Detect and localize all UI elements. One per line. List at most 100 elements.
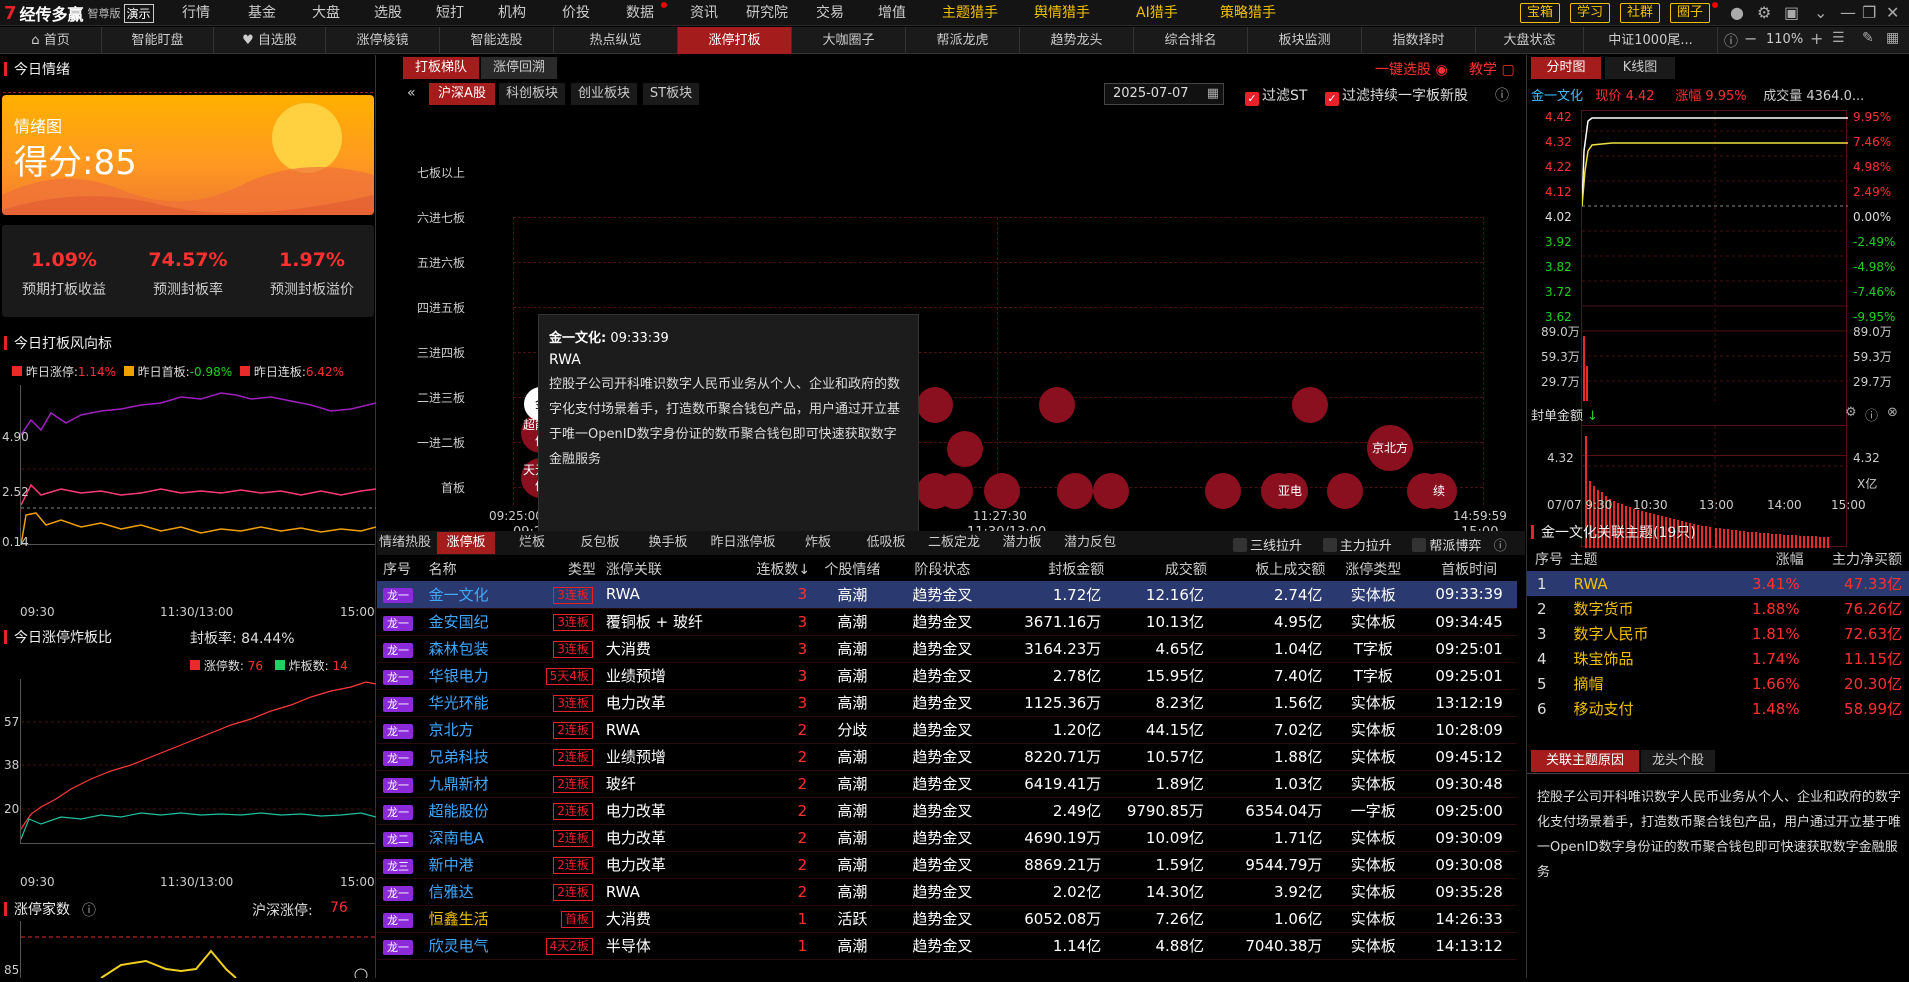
learn-button[interactable]: 学习 <box>1570 3 1611 23</box>
col-related[interactable]: 涨停关联 <box>596 557 737 581</box>
close-icon[interactable]: ⊗ <box>1887 405 1898 420</box>
menu-market[interactable]: 大盘 <box>312 0 340 26</box>
minimize-icon[interactable]: — <box>1840 3 1856 22</box>
user-icon[interactable]: ● <box>1730 3 1744 22</box>
stock-name[interactable]: 金安国纪 <box>429 613 489 631</box>
filter-main-force[interactable]: 主力拉升 <box>1322 538 1392 554</box>
one-click-pick-link[interactable]: 一键选股 ◉ <box>1375 59 1448 79</box>
col-turnover[interactable]: 成交额 <box>1104 557 1207 581</box>
stock-bubble[interactable] <box>937 473 973 509</box>
table-row[interactable]: 龙一 九鼎新材 2连板 玻纤 2 高潮 趋势金叉 6419.41万 1.89亿 1.03亿 实体板 0… <box>377 770 1517 798</box>
zoom-in-icon[interactable]: + <box>1810 29 1823 48</box>
table-row[interactable]: 龙一 京北方 2连板 RWA 2 分歧 趋势金叉 1.20亿 44.15亿 7.02亿 实体板 10:… <box>377 716 1517 744</box>
col-board-turnover[interactable]: 板上成交额 <box>1207 557 1325 581</box>
tab-big-circle[interactable]: 大咖圈子 <box>792 27 906 54</box>
gear-icon[interactable]: ⚙ <box>1757 3 1771 22</box>
info-icon[interactable]: ⓘ <box>1724 31 1738 51</box>
col-index[interactable]: 序号 <box>377 557 423 581</box>
stock-name[interactable]: 森林包装 <box>429 640 489 658</box>
list-tab-rebound[interactable]: 反包板 <box>567 532 633 554</box>
theme-row[interactable]: 5 摘帽 1.66% 20.30亿 <box>1527 671 1909 696</box>
tab-sector-monitor[interactable]: 板块监测 <box>1248 27 1362 54</box>
stock-bubble[interactable] <box>1057 473 1093 509</box>
help-icon[interactable]: ⓘ <box>1494 539 1507 554</box>
filter-gang[interactable]: 帮派博弈 <box>1412 538 1481 554</box>
list-tab-turnover[interactable]: 换手板 <box>635 532 701 554</box>
col-type[interactable]: 类型 <box>521 557 596 581</box>
tab-smart-pick[interactable]: 智能选股 <box>440 27 554 54</box>
tab-limit-prism[interactable]: 涨停棱镜 <box>326 27 440 54</box>
list-tab-broken[interactable]: 烂板 <box>499 532 565 554</box>
col-mood[interactable]: 个股情绪 <box>810 557 894 581</box>
menu-stock-pick[interactable]: 选股 <box>374 0 402 26</box>
stock-name[interactable]: 九鼎新材 <box>429 775 489 793</box>
help-icon[interactable]: ⓘ <box>1865 405 1878 424</box>
col-theme-index[interactable]: 序号 <box>1527 547 1570 571</box>
menu-sentiment-hunter[interactable]: 舆情猎手 <box>1034 0 1090 26</box>
table-row[interactable]: 龙一 超能股份 2连板 电力改革 2 高潮 趋势金叉 2.49亿 9790.85万 6354.04… <box>377 797 1517 825</box>
tab-home[interactable]: ⌂ 首页 <box>0 27 102 54</box>
app-logo[interactable]: 7 经传多赢 智尊版 演示 <box>0 0 160 26</box>
zoom-out-icon[interactable]: − <box>1744 29 1757 48</box>
tab-index-timing[interactable]: 指数择时 <box>1362 27 1476 54</box>
tab-theme-reason[interactable]: 关联主题原因 <box>1531 750 1639 772</box>
menu-quotes[interactable]: 行情 <box>182 0 210 26</box>
stock-bubble[interactable] <box>984 473 1020 509</box>
tab-trend-leader[interactable]: 趋势龙头 <box>1020 27 1134 54</box>
theme-row[interactable]: 2 数字货币 1.88% 76.26亿 <box>1527 596 1909 621</box>
menu-trade[interactable]: 交易 <box>816 0 844 26</box>
theme-row[interactable]: 4 珠宝饰品 1.74% 11.15亿 <box>1527 646 1909 671</box>
col-theme-change[interactable]: 涨幅 <box>1708 547 1804 571</box>
list-tab-second-board[interactable]: 二板定龙 <box>921 532 987 554</box>
table-row[interactable]: 龙一 金安国纪 3连板 覆铜板 + 玻纤 3 高潮 趋势金叉 3671.16万 10.13亿 4.… <box>377 608 1517 636</box>
menu-short[interactable]: 短打 <box>436 0 464 26</box>
stock-bubble-label[interactable]: 京北方 <box>1367 425 1413 471</box>
stock-name[interactable]: 京北方 <box>429 721 474 739</box>
tab-leader-stocks[interactable]: 龙头个股 <box>1641 750 1715 772</box>
stock-bubble[interactable] <box>1205 473 1241 509</box>
stock-bubble[interactable] <box>1039 387 1075 423</box>
menu-theme-hunter[interactable]: 主题猎手 <box>942 0 998 26</box>
stock-name[interactable]: 华银电力 <box>429 667 489 685</box>
list-tab-yesterday[interactable]: 昨日涨停板 <box>703 532 783 554</box>
tab-hotspot[interactable]: 热点纵览 <box>554 27 678 54</box>
table-row[interactable]: 龙一 恒鑫生活 首板 大消费 1 活跃 趋势金叉 6052.08万 7.26亿 1.06亿 实体板 1… <box>377 905 1517 933</box>
col-stage[interactable]: 阶段状态 <box>895 557 991 581</box>
grid-icon[interactable]: ▦ <box>1886 30 1899 46</box>
menu-fund[interactable]: 基金 <box>248 0 276 26</box>
stock-name[interactable]: 深南电A <box>429 829 484 847</box>
col-name[interactable]: 名称 <box>423 557 521 581</box>
window-icon[interactable]: ▣ <box>1784 3 1799 22</box>
tab-intraday[interactable]: 分时图 <box>1531 57 1601 79</box>
table-row[interactable]: 龙二 深南电A 2连板 电力改革 2 高潮 趋势金叉 4690.19万 10.09亿 1.71亿 实… <box>377 824 1517 852</box>
stock-name[interactable]: 恒鑫生活 <box>429 910 489 928</box>
stock-name[interactable]: 华光环能 <box>429 694 489 712</box>
list-icon[interactable]: ☰ <box>1832 30 1845 46</box>
menu-news[interactable]: 资讯 <box>690 0 718 26</box>
list-tab-hot[interactable]: 情绪热股 <box>377 532 433 554</box>
stock-bubble[interactable] <box>1292 387 1328 423</box>
stock-bubble-label[interactable]: 亚电 <box>1272 473 1308 509</box>
menu-strategy-hunter[interactable]: 策略猎手 <box>1220 0 1276 26</box>
table-row[interactable]: 龙一 金一文化 3连板 RWA 3 高潮 趋势金叉 1.72亿 12.16亿 2.74亿 实体板 09… <box>377 581 1517 609</box>
tab-gang-dragon[interactable]: 帮派龙虎 <box>906 27 1020 54</box>
market-tab-st[interactable]: ST板块 <box>643 83 699 105</box>
market-tab-hs-a[interactable]: 沪深A股 <box>429 83 495 105</box>
col-limit-type[interactable]: 涨停类型 <box>1325 557 1421 581</box>
restore-icon[interactable]: ❐ <box>1862 3 1876 22</box>
theme-row[interactable]: 1 RWA 3.41% 47.33亿 <box>1527 571 1909 596</box>
treasure-button[interactable]: 宝箱 <box>1520 3 1561 23</box>
tab-rank[interactable]: 综合排名 <box>1134 27 1248 54</box>
menu-value-add[interactable]: 增值 <box>878 0 906 26</box>
help-icon[interactable]: ⓘ <box>1495 85 1509 105</box>
col-theme-netbuy[interactable]: 主力净买额 <box>1804 547 1909 571</box>
close-icon[interactable]: ✕ <box>1886 3 1899 22</box>
table-row[interactable]: 龙一 森林包装 3连板 大消费 3 高潮 趋势金叉 3164.23万 4.65亿 1.04亿 T字板… <box>377 635 1517 663</box>
tutorial-link[interactable]: 教学 ▢ <box>1469 59 1515 79</box>
filter-yiziban[interactable]: ✓ 过滤持续一字板新股 <box>1325 85 1468 106</box>
demo-badge[interactable]: 演示 <box>123 3 154 23</box>
filter-three-line[interactable]: 三线拉升 <box>1233 538 1302 554</box>
gear-icon[interactable]: ⚙ <box>1845 405 1857 420</box>
market-tab-gem[interactable]: 创业板块 <box>571 83 637 105</box>
list-tab-limit-up[interactable]: 涨停板 <box>437 532 495 554</box>
